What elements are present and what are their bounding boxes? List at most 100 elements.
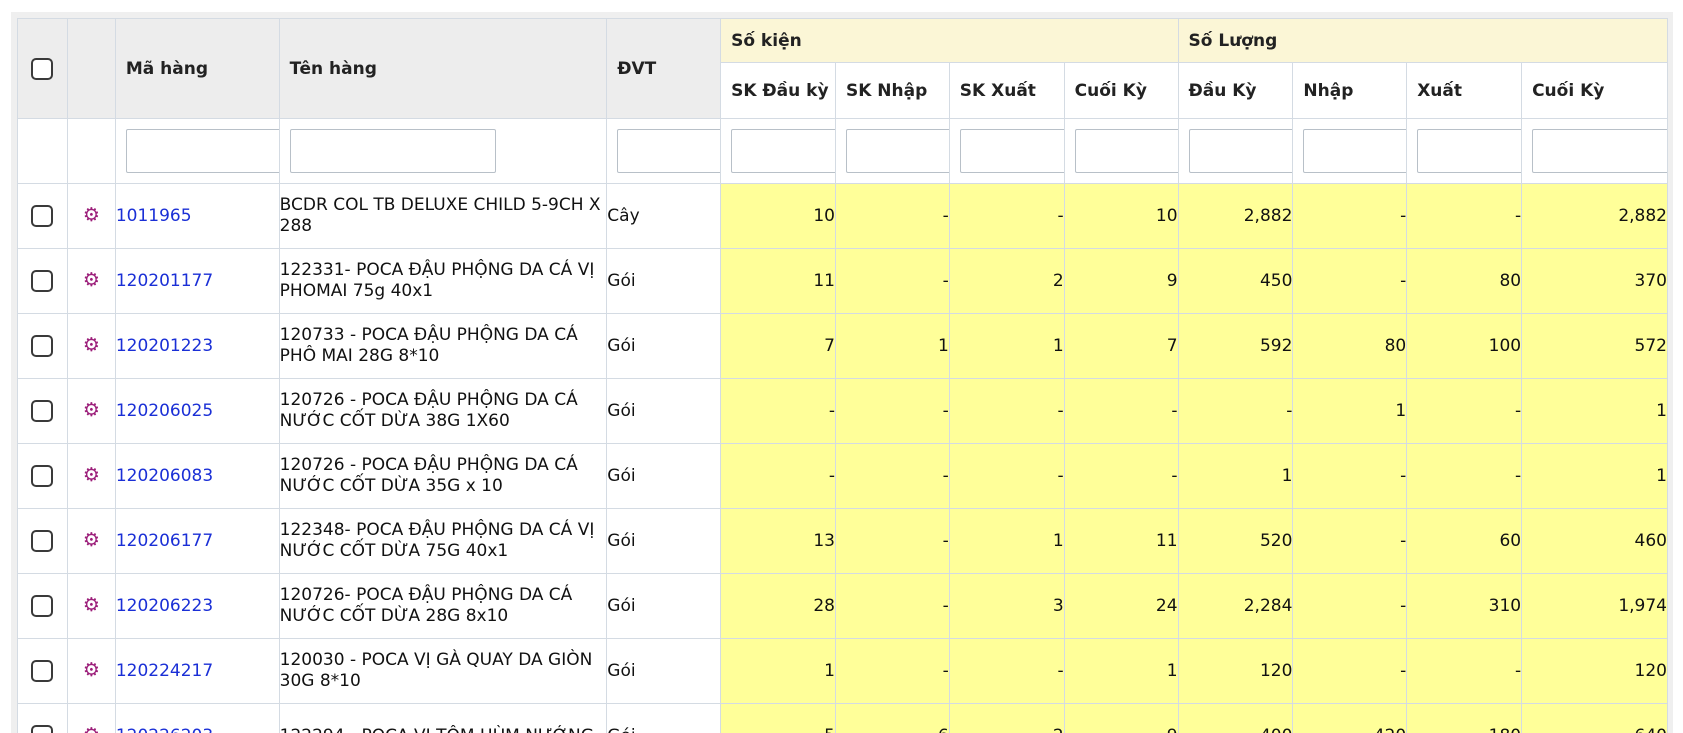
gear-icon[interactable]: ⚙ xyxy=(83,334,100,356)
row-unit: Gói xyxy=(606,703,722,733)
row-q-close: 460 xyxy=(1521,508,1668,574)
table-row[interactable]: ⚙ 120206223 120726- POCA ĐẬU PHỘNG DA CÁ N… xyxy=(17,573,1668,639)
action-column-header xyxy=(66,18,116,119)
header-qty-in[interactable]: Nhập xyxy=(1292,62,1408,119)
select-all-checkbox[interactable] xyxy=(31,57,54,80)
row-q-open: 592 xyxy=(1177,313,1294,379)
filter-row xyxy=(17,118,1668,184)
row-name: 120030 - POCA VỊ GÀ QUAY DA GIÒN 30G 8*1… xyxy=(278,638,608,704)
header-pkg-in[interactable]: SK Nhập xyxy=(834,62,950,119)
row-q-in: - xyxy=(1292,638,1408,704)
row-checkbox[interactable] xyxy=(31,465,54,487)
row-sk-close: 24 xyxy=(1063,573,1179,639)
gear-icon[interactable]: ⚙ xyxy=(83,269,100,291)
row-sk-open: 1 xyxy=(720,638,836,704)
gear-icon[interactable]: ⚙ xyxy=(83,594,100,616)
gear-icon[interactable]: ⚙ xyxy=(83,659,100,681)
row-checkbox[interactable] xyxy=(31,400,54,422)
row-q-close: 572 xyxy=(1521,313,1668,379)
header-qty-open[interactable]: Đầu Kỳ xyxy=(1177,62,1294,119)
row-checkbox[interactable] xyxy=(31,270,54,292)
row-code-link[interactable]: 1011965 xyxy=(116,206,191,226)
gear-icon[interactable]: ⚙ xyxy=(83,204,100,226)
gear-icon[interactable]: ⚙ xyxy=(83,464,100,486)
header-name[interactable]: Tên hàng xyxy=(278,18,608,119)
row-sk-close: 11 xyxy=(1063,508,1179,574)
row-unit: Gói xyxy=(606,378,722,444)
row-q-close: 2,882 xyxy=(1521,183,1668,249)
row-action-cell: ⚙ xyxy=(66,248,116,314)
filter-pkg-out-input[interactable] xyxy=(959,129,1064,173)
row-code-link[interactable]: 120201177 xyxy=(116,271,213,291)
header-qty-close[interactable]: Cuối Kỳ xyxy=(1521,62,1668,119)
row-code-link[interactable]: 120226203 xyxy=(116,726,213,733)
row-q-in: 80 xyxy=(1292,313,1408,379)
header-group-packages: Số kiện xyxy=(720,18,1179,63)
row-checkbox[interactable] xyxy=(31,660,54,682)
header-pkg-out[interactable]: SK Xuất xyxy=(948,62,1065,119)
row-unit: Gói xyxy=(606,508,722,574)
table-row[interactable]: ⚙ 120206025 120726 - POCA ĐẬU PHỘNG DA CÁ … xyxy=(17,378,1668,444)
grid-frame: Mã hàng Tên hàng ĐVT Số kiện Số Lượng SK… xyxy=(11,12,1673,733)
row-q-out: 60 xyxy=(1406,508,1523,574)
header-code[interactable]: Mã hàng xyxy=(114,18,280,119)
header-pkg-close[interactable]: Cuối Kỳ xyxy=(1063,62,1179,119)
gear-icon[interactable]: ⚙ xyxy=(83,399,100,421)
header-qty-out[interactable]: Xuất xyxy=(1406,62,1523,119)
table-row[interactable]: ⚙ 1011965 BCDR COL TB DELUXE CHILD 5-9CH X… xyxy=(17,183,1668,249)
row-checkbox[interactable] xyxy=(31,335,54,357)
row-code-link[interactable]: 120206223 xyxy=(116,596,213,616)
row-checkbox[interactable] xyxy=(31,530,54,552)
filter-unit-input[interactable] xyxy=(617,129,720,173)
row-checkbox[interactable] xyxy=(31,595,54,617)
table-row[interactable]: ⚙ 120224217 120030 - POCA VỊ GÀ QUAY DA GI… xyxy=(17,638,1668,704)
row-q-in: - xyxy=(1292,443,1408,509)
row-q-out: - xyxy=(1406,183,1523,249)
table-row[interactable]: ⚙ 120201177 122331- POCA ĐẬU PHỘNG DA CÁ V… xyxy=(17,248,1668,314)
row-q-open: 120 xyxy=(1177,638,1294,704)
row-checkbox[interactable] xyxy=(31,725,54,733)
row-sk-open: 5 xyxy=(720,703,836,733)
gear-icon[interactable]: ⚙ xyxy=(83,724,100,733)
row-sk-in: - xyxy=(834,183,950,249)
row-sk-in: 6 xyxy=(834,703,950,733)
header-unit[interactable]: ĐVT xyxy=(606,18,722,119)
row-action-cell: ⚙ xyxy=(66,183,116,249)
row-code-link[interactable]: 120206083 xyxy=(116,466,213,486)
row-sk-out: 2 xyxy=(948,703,1065,733)
row-sk-open: 11 xyxy=(720,248,836,314)
row-code-link[interactable]: 120206025 xyxy=(116,401,213,421)
gear-icon[interactable]: ⚙ xyxy=(83,529,100,551)
filter-qty-close-input[interactable] xyxy=(1532,129,1667,173)
filter-qty-in-input[interactable] xyxy=(1303,129,1406,173)
header-pkg-open[interactable]: SK Đầu kỳ xyxy=(720,62,836,119)
filter-qty-out-input[interactable] xyxy=(1417,129,1521,173)
row-name: 122294 - POCA VỊ TÔM HÙM NƯỚNG xyxy=(278,703,608,733)
row-q-out: 100 xyxy=(1406,313,1523,379)
table-row[interactable]: ⚙ 120206083 120726 - POCA ĐẬU PHỘNG DA CÁ … xyxy=(17,443,1668,509)
row-sk-out: 1 xyxy=(948,508,1065,574)
filter-qty-open-input[interactable] xyxy=(1188,129,1292,173)
row-action-cell: ⚙ xyxy=(66,638,116,704)
row-name: BCDR COL TB DELUXE CHILD 5-9CH X 288 xyxy=(278,183,608,249)
row-sk-close: 10 xyxy=(1063,183,1179,249)
filter-pkg-close-input[interactable] xyxy=(1074,129,1178,173)
row-name: 122331- POCA ĐẬU PHỘNG DA CÁ VỊ PHOMAI 7… xyxy=(278,248,608,314)
row-code-link[interactable]: 120201223 xyxy=(116,336,213,356)
row-q-out: - xyxy=(1406,443,1523,509)
row-checkbox-cell xyxy=(17,508,68,574)
row-unit: Cây xyxy=(606,183,722,249)
row-q-out: - xyxy=(1406,378,1523,444)
row-name: 120726 - POCA ĐẬU PHỘNG DA CÁ NƯỚC CỐT D… xyxy=(278,443,608,509)
filter-pkg-open-input[interactable] xyxy=(731,129,835,173)
table-row[interactable]: ⚙ 120201223 120733 - POCA ĐẬU PHỘNG DA CÁ … xyxy=(17,313,1668,379)
row-checkbox[interactable] xyxy=(31,205,54,227)
table-row[interactable]: ⚙ 120206177 122348- POCA ĐẬU PHỘNG DA CÁ V… xyxy=(17,508,1668,574)
filter-name-input[interactable] xyxy=(289,129,496,173)
filter-pkg-in-input[interactable] xyxy=(845,129,949,173)
table-row[interactable]: ⚙ 120226203 122294 - POCA VỊ TÔM HÙM NƯỚNG… xyxy=(17,703,1668,733)
row-code-link[interactable]: 120224217 xyxy=(116,661,213,681)
row-q-out: 80 xyxy=(1406,248,1523,314)
filter-code-input[interactable] xyxy=(125,129,279,173)
row-code-link[interactable]: 120206177 xyxy=(116,531,213,551)
